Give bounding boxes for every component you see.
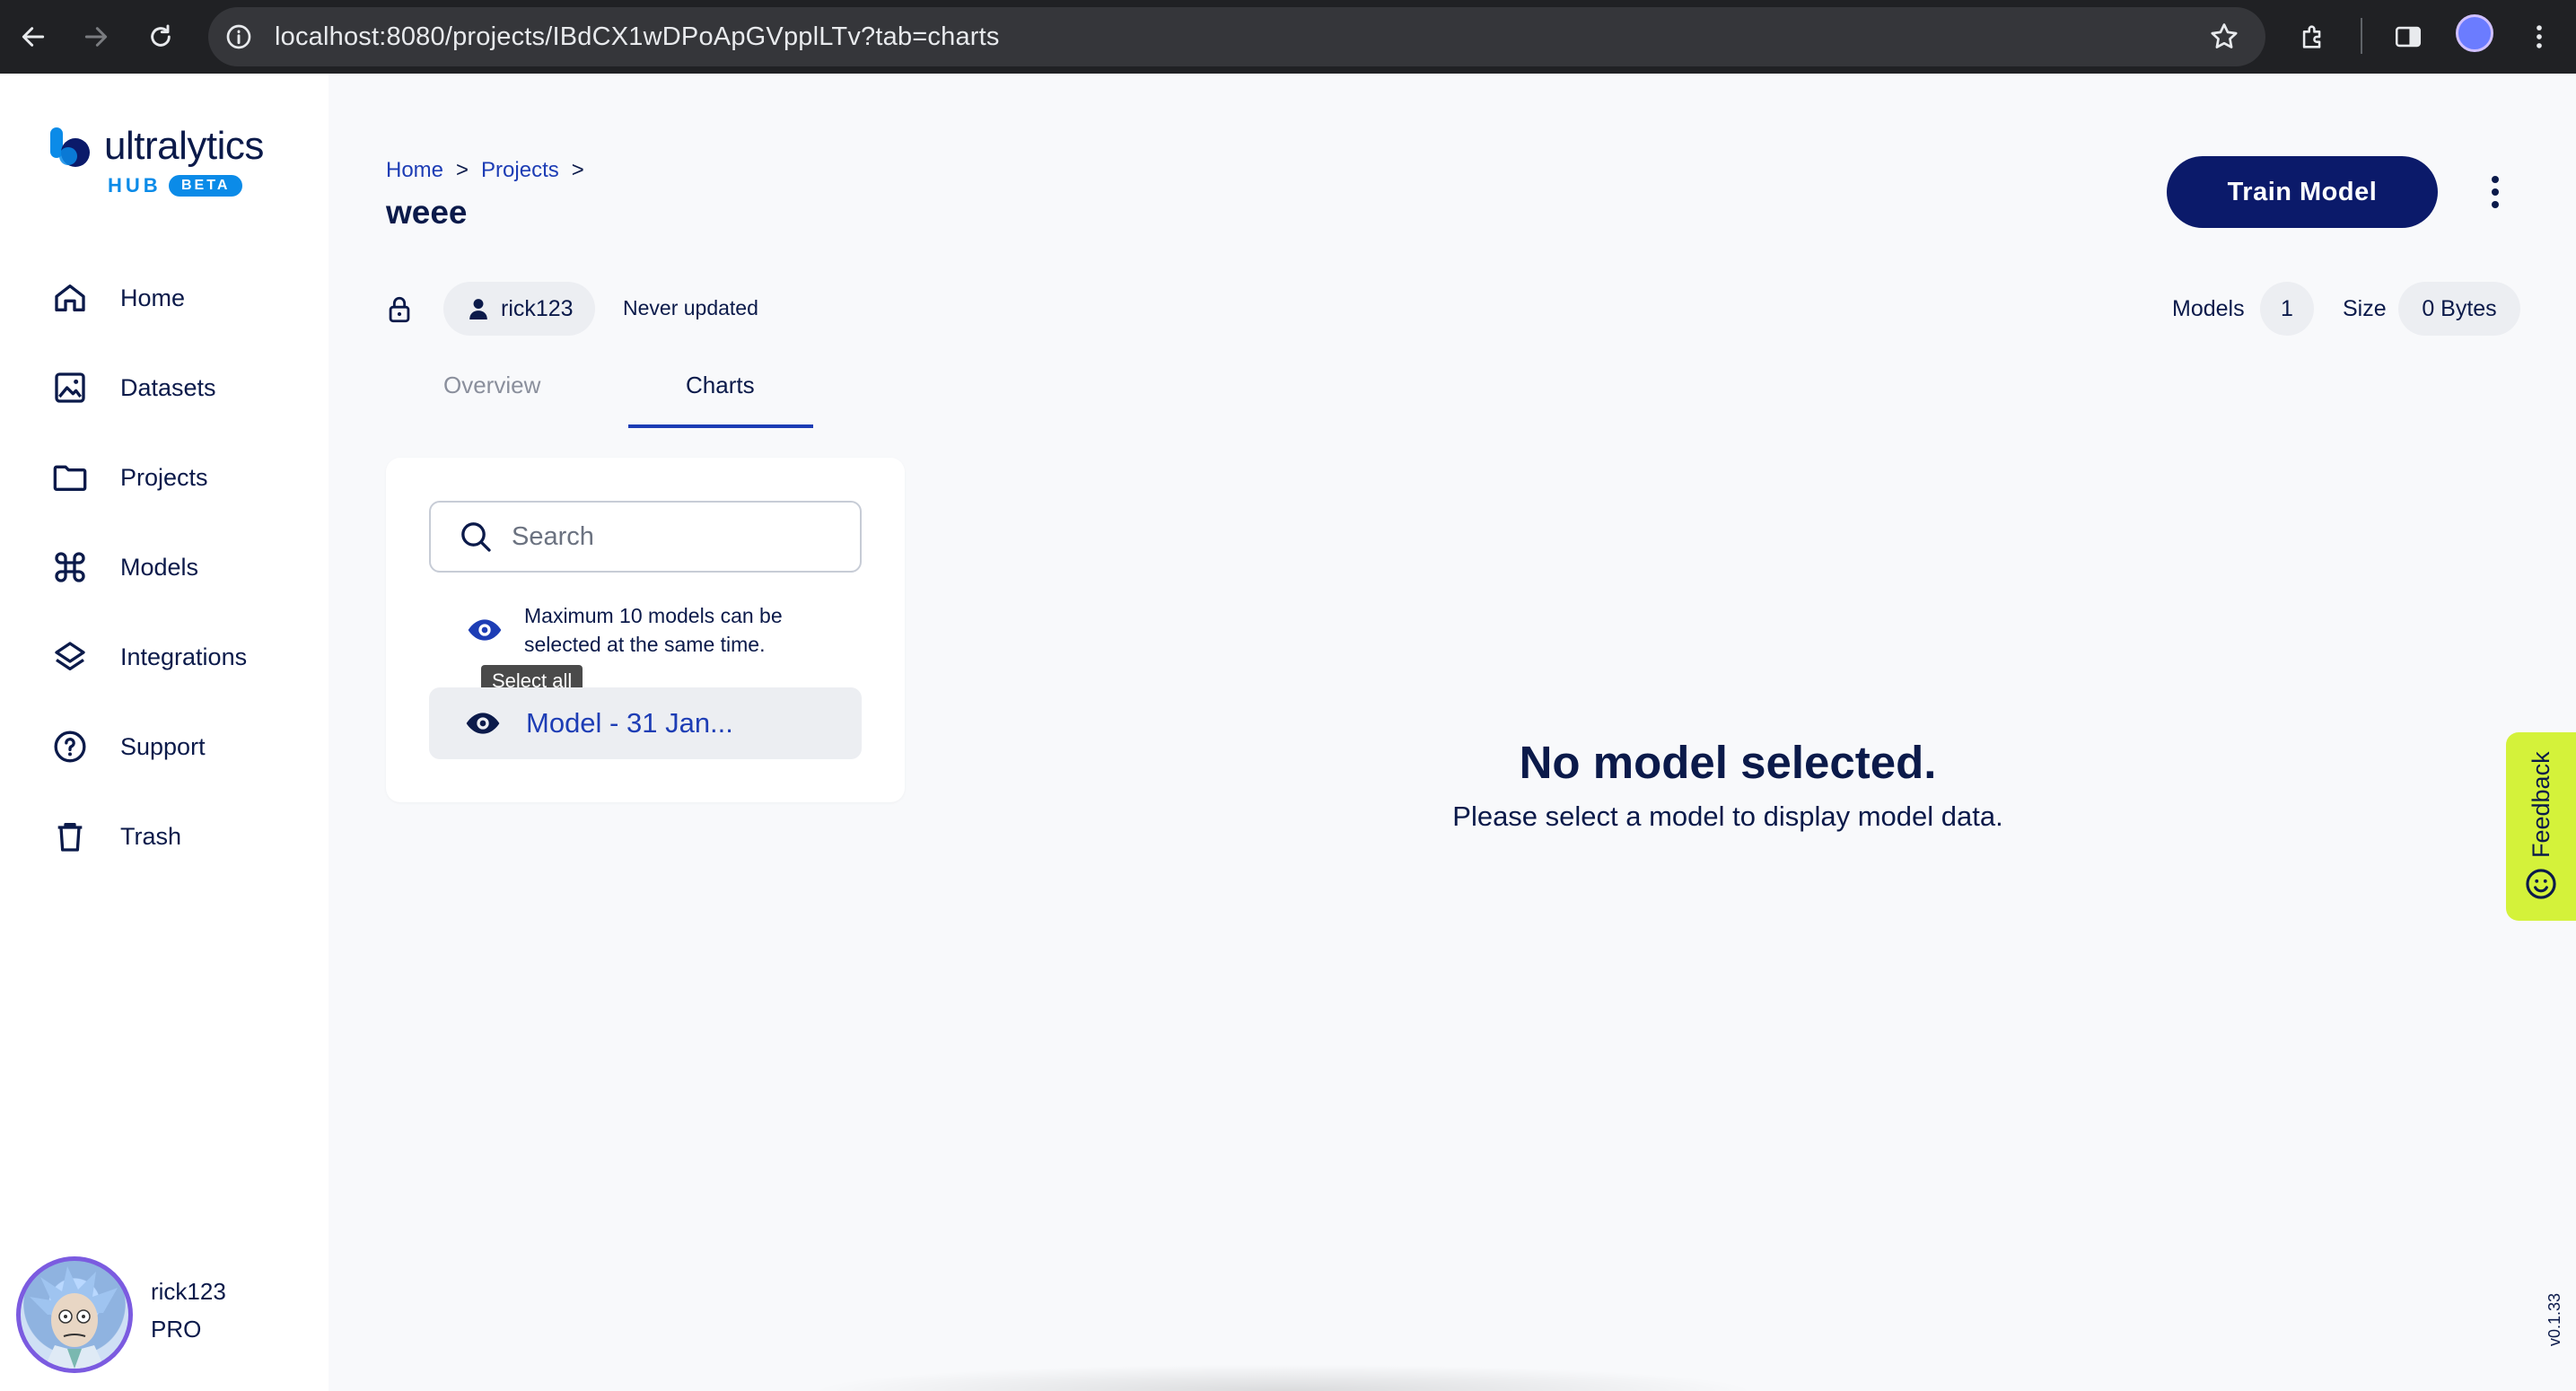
brand-name: ultralytics xyxy=(104,124,264,168)
user-profile[interactable]: rick123 PRO xyxy=(16,1256,312,1373)
beta-badge: BETA xyxy=(169,175,243,197)
sidebar-item-projects[interactable]: Projects xyxy=(50,451,311,504)
owner-chip: rick123 xyxy=(443,282,595,336)
sidebar-item-label: Home xyxy=(120,284,186,311)
smiley-icon xyxy=(2526,869,2556,899)
side-panel-icon[interactable] xyxy=(2386,14,2431,59)
reload-icon[interactable] xyxy=(138,14,183,59)
breadcrumb: Home > Projects > xyxy=(386,158,584,183)
model-selector-panel: Maximum 10 models can be selected at the… xyxy=(386,458,905,802)
breadcrumb-separator: > xyxy=(456,158,469,182)
sidebar-item-support[interactable]: Support xyxy=(50,720,311,774)
selection-limit-note: Maximum 10 models can be selected at the… xyxy=(524,604,783,656)
profile-avatar-icon[interactable] xyxy=(2456,14,2493,52)
bookmark-star-icon[interactable] xyxy=(2208,21,2240,53)
search-icon xyxy=(461,522,491,552)
sidebar-item-label: Projects xyxy=(120,463,208,491)
sidebar-item-label: Datasets xyxy=(120,373,216,401)
more-options-icon[interactable] xyxy=(2477,171,2513,214)
folder-icon xyxy=(50,458,90,497)
sidebar-item-label: Models xyxy=(120,553,199,581)
sidebar-item-home[interactable]: Home xyxy=(50,271,311,325)
tab-overview[interactable]: Overview xyxy=(443,372,540,399)
model-name[interactable]: Model - 31 Jan... xyxy=(526,707,733,739)
user-icon xyxy=(469,299,487,319)
empty-state-subtitle: Please select a model to display model d… xyxy=(1452,800,2003,832)
sidebar-item-label: Integrations xyxy=(120,643,248,670)
trash-icon xyxy=(50,817,90,856)
select-all-eye-icon[interactable] xyxy=(467,612,503,648)
help-circle-icon xyxy=(50,727,90,766)
sidebar-item-datasets[interactable]: Datasets xyxy=(50,361,311,415)
version-label: v0.1.33 xyxy=(2545,1292,2563,1346)
list-item[interactable]: Model - 31 Jan... xyxy=(429,687,862,759)
url-text: localhost:8080/projects/IBdCX1wDPoApGVpp… xyxy=(275,22,1000,51)
breadcrumb-separator: > xyxy=(571,158,584,182)
owner-name: rick123 xyxy=(501,295,574,321)
site-info-icon[interactable] xyxy=(224,22,253,51)
bottom-shadow xyxy=(808,1364,1759,1391)
toolbar-divider xyxy=(2361,18,2362,54)
sidebar-item-integrations[interactable]: Integrations xyxy=(50,630,311,684)
avatar[interactable] xyxy=(16,1256,133,1373)
browser-toolbar: localhost:8080/projects/IBdCX1wDPoApGVpp… xyxy=(0,0,2576,74)
updated-status: Never updated xyxy=(623,296,758,319)
size-value: 0 Bytes xyxy=(2398,282,2520,336)
visibility-eye-icon[interactable] xyxy=(465,705,501,741)
page-title: weee xyxy=(386,194,468,231)
size-label: Size xyxy=(2343,296,2387,321)
browser-menu-icon[interactable] xyxy=(2517,14,2562,59)
breadcrumb-home[interactable]: Home xyxy=(386,158,443,183)
ultralytics-hub-logo[interactable]: ultralytics HUB BETA xyxy=(48,124,300,205)
models-count: 1 xyxy=(2260,282,2314,336)
active-tab-indicator xyxy=(628,424,813,428)
user-plan: PRO xyxy=(151,1316,202,1343)
image-icon xyxy=(50,368,90,407)
feedback-label: Feedback xyxy=(2528,751,2554,858)
search-input[interactable] xyxy=(512,521,835,552)
sidebar-item-label: Support xyxy=(120,732,206,760)
brand-hub: HUB xyxy=(108,174,162,197)
tab-charts[interactable]: Charts xyxy=(686,372,755,399)
back-icon[interactable] xyxy=(11,14,56,59)
sidebar-item-trash[interactable]: Trash xyxy=(50,809,311,863)
extensions-icon[interactable] xyxy=(2291,14,2335,59)
models-label: Models xyxy=(2172,296,2245,321)
sidebar-item-label: Trash xyxy=(120,822,182,850)
home-icon xyxy=(50,278,90,318)
feedback-button[interactable]: Feedback xyxy=(2506,732,2576,921)
sidebar: ultralytics HUB BETA Home Datasets Proje… xyxy=(0,74,329,1391)
sidebar-item-models[interactable]: Models xyxy=(50,540,311,594)
user-name: rick123 xyxy=(151,1278,226,1305)
forward-icon[interactable] xyxy=(74,14,118,59)
address-bar[interactable]: localhost:8080/projects/IBdCX1wDPoApGVpp… xyxy=(208,7,2265,66)
ultralytics-logo-icon xyxy=(50,127,90,167)
breadcrumb-projects[interactable]: Projects xyxy=(481,158,559,183)
command-icon xyxy=(50,547,90,587)
search-field[interactable] xyxy=(429,501,862,573)
empty-state-title: No model selected. xyxy=(1519,737,1937,788)
train-model-button[interactable]: Train Model xyxy=(2167,156,2438,228)
lock-icon xyxy=(389,296,410,323)
layers-icon xyxy=(50,637,90,677)
